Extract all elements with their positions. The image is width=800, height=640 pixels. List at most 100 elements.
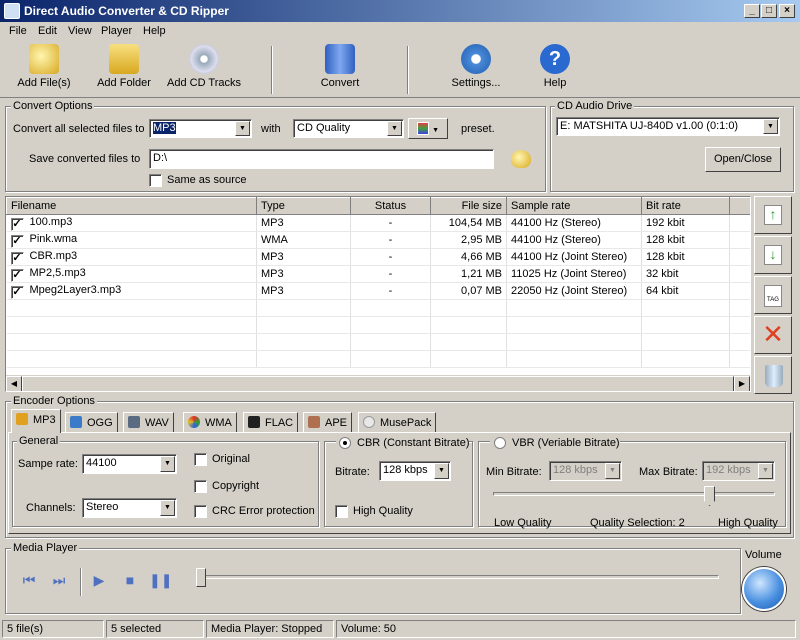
original-checkbox[interactable] [194, 453, 207, 466]
quality-select[interactable]: CD Quality ▼ [293, 119, 404, 138]
table-row[interactable]: ✓ 100.mp3 MP3 - 104,54 MB 44100 Hz (Stere… [6, 214, 750, 232]
scroll-left-icon[interactable]: ◀ [6, 376, 22, 391]
preset-button[interactable]: ▼ [408, 118, 448, 139]
remove-icon[interactable]: ✕ [754, 316, 792, 354]
row-checkbox[interactable]: ✓ [10, 251, 24, 265]
file-bit-rate: 128 kbit [641, 248, 730, 266]
column-status[interactable]: Status [350, 197, 431, 215]
column-bit-rate[interactable]: Bit rate [641, 197, 730, 215]
position-slider-thumb[interactable] [196, 568, 206, 587]
bitrate-select[interactable]: 128 kbps ▼ [379, 461, 451, 481]
horizontal-scrollbar[interactable]: ◀ ▶ [6, 375, 750, 391]
chevron-down-icon[interactable]: ▼ [763, 119, 778, 134]
settings-button[interactable]: Settings... [448, 44, 504, 89]
same-as-source-checkbox[interactable] [149, 174, 162, 187]
maximize-icon[interactable]: □ [761, 4, 777, 18]
tab-ape[interactable]: APE [303, 412, 353, 432]
move-up-button[interactable]: ↑ [754, 196, 792, 234]
file-status: - [350, 231, 431, 249]
column-filler [729, 197, 750, 215]
open-close-button[interactable]: Open/Close [705, 147, 781, 172]
menu-file[interactable]: File [9, 25, 27, 37]
move-down-icon: ↓ [764, 245, 782, 265]
format-select[interactable]: MP3 ▼ [149, 119, 252, 138]
row-checkbox[interactable]: ✓ [10, 234, 24, 248]
menu-help[interactable]: Help [143, 25, 166, 37]
add-cd-button[interactable]: Add CD Tracks [164, 44, 244, 89]
row-checkbox[interactable]: ✓ [10, 217, 24, 231]
chevron-down-icon[interactable]: ▼ [387, 121, 402, 136]
sample-rate-select[interactable]: 44100 ▼ [82, 454, 177, 474]
column-sample-rate[interactable]: Sample rate [506, 197, 642, 215]
table-row[interactable]: ✓ CBR.mp3 MP3 - 4,66 MB 44100 Hz (Joint S… [6, 248, 750, 266]
file-list-header: Filename Type Status File size Sample ra… [6, 197, 750, 215]
copyright-checkbox[interactable] [194, 480, 207, 493]
output-path-input[interactable]: D:\ [149, 149, 494, 169]
pause-icon[interactable]: ❚❚ [149, 572, 172, 592]
max-bitrate-select[interactable]: 192 kbps ▼ [702, 461, 775, 481]
chevron-down-icon[interactable]: ▼ [160, 456, 175, 472]
cbr-radio[interactable] [339, 437, 351, 449]
chevron-down-icon[interactable]: ▼ [434, 463, 449, 479]
row-checkbox[interactable]: ✓ [10, 268, 24, 282]
chevron-down-icon[interactable]: ▼ [605, 463, 620, 479]
move-down-button[interactable]: ↓ [754, 236, 792, 274]
chevron-down-icon[interactable]: ▼ [235, 121, 250, 136]
tab-wma[interactable]: WMA [183, 412, 237, 432]
flac-icon [248, 416, 260, 428]
file-list[interactable]: Filename Type Status File size Sample ra… [5, 196, 751, 392]
menu-view[interactable]: View [68, 25, 92, 37]
chevron-down-icon[interactable]: ▼ [160, 500, 175, 516]
tab-mp3[interactable]: MP3 [11, 409, 61, 433]
chevron-down-icon[interactable]: ▼ [758, 463, 773, 479]
next-icon[interactable]: ⏭ [48, 572, 70, 592]
channels-select[interactable]: Stereo ▼ [82, 498, 177, 518]
cd-icon [189, 44, 219, 74]
column-type[interactable]: Type [256, 197, 351, 215]
table-row[interactable]: ✓ MP2,5.mp3 MP3 - 1,21 MB 11025 Hz (Joint… [6, 265, 750, 283]
position-slider-track[interactable] [198, 575, 719, 579]
file-name: CBR.mp3 [29, 249, 78, 262]
scrollbar-thumb[interactable] [22, 376, 734, 391]
crc-checkbox[interactable] [194, 505, 207, 518]
menu-player[interactable]: Player [101, 25, 132, 37]
min-bitrate-select[interactable]: 128 kbps ▼ [549, 461, 622, 481]
min-bitrate-label: Min Bitrate: [486, 466, 542, 478]
row-checkbox[interactable]: ✓ [10, 285, 24, 299]
volume-knob[interactable] [742, 567, 786, 611]
tab-wav[interactable]: WAV [123, 412, 174, 432]
column-filename[interactable]: Filename [6, 197, 257, 215]
help-button[interactable]: ? Help [538, 44, 572, 89]
tag-button[interactable]: TAG [754, 276, 792, 314]
tab-ogg[interactable]: OGG [65, 412, 118, 432]
table-row[interactable]: ✓ Pink.wma WMA - 2,95 MB 44100 Hz (Stereo… [6, 231, 750, 249]
tab-flac[interactable]: FLAC [243, 412, 299, 432]
status-file-count: 5 file(s) [2, 620, 104, 638]
add-folder-button[interactable]: Add Folder [92, 44, 156, 89]
play-icon[interactable]: ▶ [88, 572, 110, 592]
convert-button[interactable]: Convert [318, 44, 362, 89]
vbr-radio[interactable] [494, 437, 506, 449]
column-file-size[interactable]: File size [430, 197, 507, 215]
sample-rate-value: 44100 [86, 457, 117, 469]
file-sample-rate: 44100 Hz (Joint Stereo) [506, 248, 642, 266]
clear-list-button[interactable] [754, 356, 792, 394]
scroll-right-icon[interactable]: ▶ [734, 376, 750, 391]
stop-icon[interactable]: ■ [119, 572, 141, 592]
tab-label: MusePack [380, 417, 432, 429]
close-icon[interactable]: × [779, 4, 795, 18]
bitrate-value: 128 kbps [383, 464, 428, 476]
browse-folder-icon[interactable] [511, 150, 531, 168]
menu-edit[interactable]: Edit [38, 25, 57, 37]
tab-musepack[interactable]: MusePack [358, 412, 437, 432]
high-quality-checkbox[interactable] [335, 505, 348, 518]
quality-slider-track[interactable] [493, 492, 775, 496]
previous-icon[interactable]: ⏮ [18, 572, 40, 592]
file-status: - [350, 265, 431, 283]
minimize-icon[interactable]: _ [744, 4, 760, 18]
table-row[interactable]: ✓ Mpeg2Layer3.mp3 MP3 - 0,07 MB 22050 Hz … [6, 282, 750, 300]
file-bit-rate: 32 kbit [641, 265, 730, 283]
cd-drive-select[interactable]: E: MATSHITA UJ-840D v1.00 (0:1:0) ▼ [556, 117, 780, 136]
wma-icon [188, 416, 200, 428]
add-files-button[interactable]: Add File(s) [14, 44, 74, 89]
